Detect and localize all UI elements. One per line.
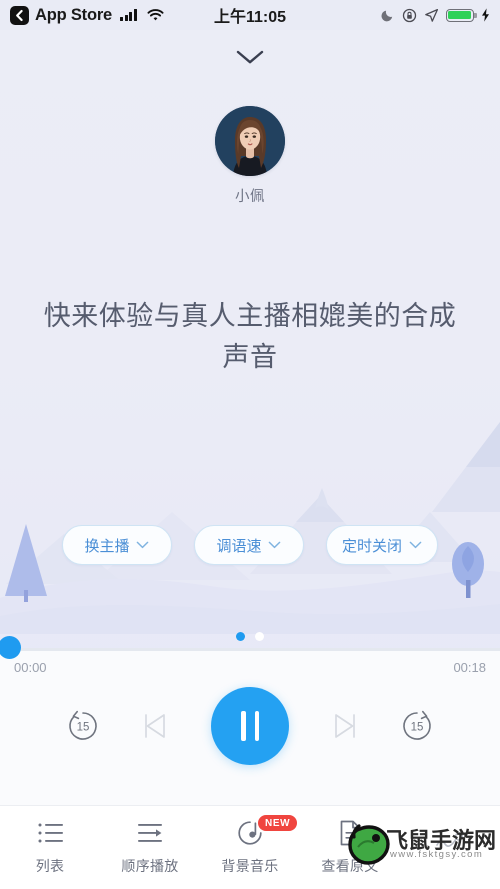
tab-list-label: 列表	[35, 858, 65, 874]
tab-view-original[interactable]: 查看原文	[300, 806, 400, 889]
svg-text:15: 15	[411, 722, 424, 734]
time-row: 00:00 00:18	[0, 651, 500, 675]
avatar[interactable]	[215, 106, 285, 176]
speaker-name: 小佩	[235, 189, 265, 205]
player-screen: App Store 上午11:05 小佩 快来体验与真人主播相媲美的合成声音 换…	[0, 0, 500, 889]
player-controls: 15 15	[0, 687, 500, 765]
lightning-charging-icon	[482, 8, 489, 22]
status-bar-left: App Store	[10, 5, 164, 25]
chevron-left-icon	[16, 9, 23, 21]
wifi-icon	[146, 8, 164, 20]
collapse-player-button[interactable]	[220, 40, 280, 74]
tab-play-order[interactable]: 顺序播放	[100, 806, 200, 889]
next-track-button[interactable]	[327, 709, 361, 743]
pagination-dot-2[interactable]	[255, 632, 264, 641]
female-avatar-illustration	[215, 106, 285, 176]
progress-track	[0, 648, 500, 651]
pagination-dot-1[interactable]	[236, 632, 245, 641]
pagination-dots	[0, 632, 500, 641]
rewind-15-icon: 15	[69, 710, 97, 740]
cellular-signal-icon	[120, 9, 137, 21]
status-bar-right	[381, 8, 490, 23]
tab-background-music[interactable]: NEW 背景音乐	[200, 806, 300, 889]
pause-button[interactable]	[211, 687, 289, 765]
previous-track-icon	[145, 714, 165, 738]
player-panel: 00:00 00:18 15 15	[0, 636, 500, 805]
sleep-timer-button[interactable]: 定时关闭	[325, 525, 438, 565]
change-speaker-button[interactable]: 换主播	[61, 525, 172, 565]
list-icon	[37, 819, 64, 847]
battery-icon	[446, 8, 477, 22]
chevron-down-icon	[409, 541, 422, 549]
adjust-speed-button[interactable]: 调语速	[193, 525, 304, 565]
document-icon	[338, 819, 362, 847]
chevron-down-icon	[137, 541, 149, 549]
chevron-down-icon	[236, 50, 264, 63]
back-app-label[interactable]: App Store	[35, 6, 112, 25]
pause-icon	[241, 711, 259, 741]
current-time: 00:00	[14, 660, 47, 675]
sleep-timer-label: 定时关闭	[341, 537, 402, 555]
tab-share[interactable]	[400, 806, 500, 889]
tab-play-order-label: 顺序播放	[121, 858, 179, 874]
mountains-graphic	[0, 422, 500, 634]
chevron-down-icon	[269, 541, 281, 549]
moon-do-not-disturb-icon	[381, 10, 393, 22]
location-arrow-icon	[425, 8, 439, 22]
adjust-speed-label: 调语速	[216, 537, 262, 555]
page-title: 快来体验与真人主播相媲美的合成声音	[43, 301, 457, 372]
previous-track-button[interactable]	[139, 709, 173, 743]
change-speaker-label: 换主播	[84, 537, 130, 555]
next-track-icon	[335, 714, 355, 738]
speaker-block[interactable]: 小佩	[215, 106, 285, 206]
total-time: 00:18	[453, 660, 486, 675]
progress-slider[interactable]	[0, 636, 500, 659]
rotation-lock-icon	[402, 8, 417, 22]
tab-view-original-label: 查看原文	[321, 858, 379, 874]
tab-list[interactable]: 列表	[0, 806, 100, 889]
bottom-tab-bar: 列表 顺序播放 NEW 背景音乐 查看原文	[0, 805, 500, 889]
forward-15-button[interactable]: 15	[399, 708, 435, 744]
option-pill-row: 换主播 调语速 定时关闭	[0, 525, 500, 565]
new-badge: NEW	[258, 815, 298, 831]
svg-text:15: 15	[77, 722, 90, 734]
sequential-play-icon	[137, 819, 164, 847]
share-icon	[435, 829, 465, 857]
back-to-app-button[interactable]	[10, 5, 29, 25]
landscape-illustration	[0, 384, 500, 634]
forward-15-icon: 15	[403, 710, 431, 740]
tab-background-music-label: 背景音乐	[221, 858, 279, 874]
status-bar: App Store 上午11:05	[0, 0, 500, 30]
rewind-15-button[interactable]: 15	[65, 708, 101, 744]
